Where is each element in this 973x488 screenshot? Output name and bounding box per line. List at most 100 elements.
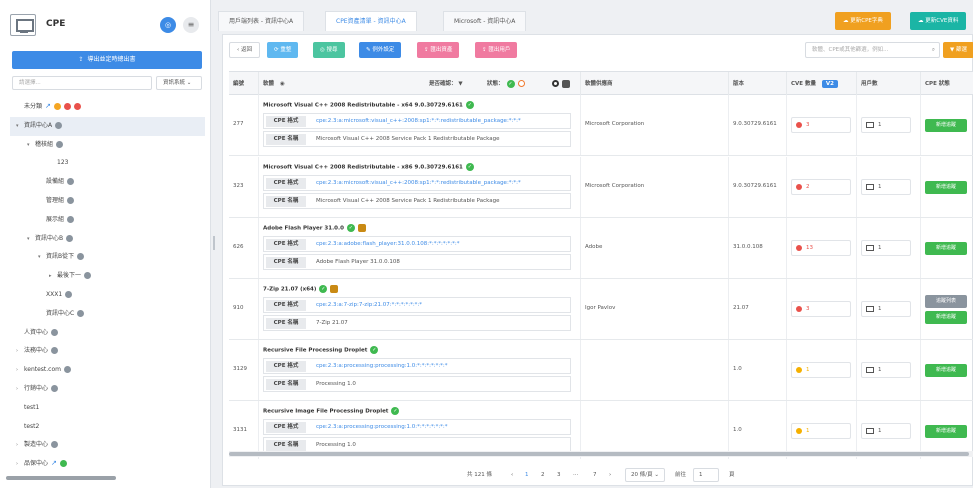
tree-node[interactable]: 人資中心 — [10, 324, 205, 343]
cpe-format-link[interactable]: cpe:2.3:a:7-zip:7-zip:21.07:*:*:*:*:*:*:… — [316, 298, 422, 313]
refresh-button[interactable]: ⟳ 重整 — [267, 42, 299, 58]
cve-count-button[interactable]: 13 — [791, 240, 851, 256]
gray-status-icon[interactable] — [51, 384, 59, 392]
header-cpe-status[interactable]: CPE 狀態 — [921, 72, 973, 96]
user-count-button[interactable]: 1 — [861, 423, 911, 439]
page-size-select[interactable]: 20 條/頁 ⌄ — [625, 468, 665, 482]
cve-count-button[interactable]: 1 — [791, 362, 851, 378]
confirm-filter[interactable]: 是否確認： ▼ — [429, 72, 463, 96]
user-count-button[interactable]: 1 — [861, 301, 911, 317]
expand-arrow-icon[interactable]: ▾ — [16, 117, 24, 136]
tree-node[interactable]: 展示組 — [10, 211, 205, 230]
green-status-icon[interactable] — [59, 460, 67, 468]
expand-arrow-icon[interactable]: › — [16, 455, 24, 474]
tree-node[interactable]: › 品保中心 ↗ — [10, 455, 205, 474]
gray-status-icon[interactable] — [67, 215, 75, 223]
cve-count-button[interactable]: 1 — [791, 423, 851, 439]
table-row[interactable]: 323 Microsoft Visual C++ 2008 Redistribut… — [229, 157, 973, 218]
add-tracking-button[interactable]: 新增追蹤 — [925, 242, 967, 255]
cpe-format-link[interactable]: cpe:2.3:a:adobe:flash_player:31.0.0.108:… — [316, 237, 459, 252]
tree-node[interactable]: ▸ 最後下一 — [10, 267, 205, 286]
user-count-button[interactable]: 1 — [861, 117, 911, 133]
gray-status-icon[interactable] — [56, 140, 64, 148]
gray-status-icon[interactable] — [51, 441, 59, 449]
tab-3[interactable]: Microsoft - 資訊中心A — [443, 11, 527, 31]
tree-node[interactable]: › 製造中心 — [10, 436, 205, 455]
gray-status-icon[interactable] — [51, 347, 59, 355]
gray-status-icon[interactable] — [67, 178, 75, 186]
tree-node[interactable]: ▾ 資訊B從下 — [10, 248, 205, 267]
search-button[interactable]: ◎ 搜尋 — [313, 42, 345, 58]
tree-node[interactable]: ▾ 稽核組 — [10, 136, 205, 155]
eye-icon[interactable]: ◉ — [280, 81, 285, 87]
cpe-format-link[interactable]: cpe:2.3:a:processing:processing:1.0:*:*:… — [316, 359, 448, 374]
expand-arrow-icon[interactable]: ▾ — [27, 136, 35, 155]
page-3[interactable]: 3 — [557, 468, 561, 482]
user-count-button[interactable]: 1 — [861, 240, 911, 256]
red-status-icon[interactable] — [73, 103, 81, 110]
tree-node[interactable]: test2 — [10, 418, 205, 437]
search-icon[interactable]: ⌕ — [932, 43, 935, 57]
user-avatar[interactable]: ◎ — [160, 17, 176, 33]
exception-settings-button[interactable]: ✎ 例外設定 — [359, 42, 402, 58]
tree-node[interactable]: › 法務中心 — [10, 342, 205, 361]
table-row[interactable]: 277 Microsoft Visual C++ 2008 Redistribut… — [229, 95, 973, 156]
tree-node[interactable]: 資訊中心C — [10, 305, 205, 324]
tree-search-input[interactable]: 請選擇... — [12, 76, 152, 90]
page-7[interactable]: 7 — [593, 468, 597, 482]
cve-count-button[interactable]: 2 — [791, 179, 851, 195]
update-cpe-dictionary-button[interactable]: ☁ 更新CPE字典 — [835, 12, 891, 30]
add-tracking-button[interactable]: 新增追蹤 — [925, 181, 967, 194]
add-tracking-button[interactable]: 新增追蹤 — [925, 425, 967, 438]
tree-node[interactable]: › 行銷中心 — [10, 380, 205, 399]
menu-icon[interactable]: ≡ — [183, 17, 199, 33]
cpe-format-link[interactable]: cpe:2.3:a:processing:processing:1.0:*:*:… — [316, 420, 448, 435]
header-software[interactable]: 軟體 ◉ 是否確認： ▼ 狀態： ✓ — [259, 72, 581, 96]
tree-node[interactable]: ▾ 資訊中心A — [10, 116, 205, 136]
tracking-list-button[interactable]: 追蹤列表 — [925, 295, 967, 308]
filter-button[interactable]: ▼ 篩選 — [943, 42, 973, 58]
cve-version-badge[interactable]: V2 — [821, 80, 838, 88]
header-vendor[interactable]: 軟體供應商 — [581, 72, 729, 96]
tree-node[interactable]: › kentest.com — [10, 361, 205, 380]
tab-1[interactable]: 用戶端列表 - 資訊中心A — [218, 11, 305, 31]
page-ellipsis[interactable]: ··· — [573, 468, 578, 482]
user-count-button[interactable]: 1 — [861, 362, 911, 378]
gray-status-icon[interactable] — [67, 196, 75, 204]
add-tracking-button[interactable]: 新增追蹤 — [925, 364, 967, 377]
circle-toggle-icon[interactable] — [552, 80, 559, 87]
expand-arrow-icon[interactable]: › — [16, 361, 24, 380]
expand-arrow-icon[interactable]: ▸ — [49, 267, 57, 286]
scrollbar-thumb[interactable] — [229, 452, 969, 456]
tree-filter-select[interactable]: 資訊系統 ⌄ — [156, 76, 202, 90]
tree-node[interactable]: 未分類 ↗ — [10, 98, 205, 117]
tree-node[interactable]: 設備組 — [10, 173, 205, 192]
tree-node[interactable]: 123 — [10, 154, 205, 173]
gray-status-icon[interactable] — [84, 272, 92, 280]
orange-status-icon[interactable] — [53, 103, 61, 110]
add-tracking-button[interactable]: 新增追蹤 — [925, 119, 967, 132]
update-cve-data-button[interactable]: ☁ 更新CVE資料 — [910, 12, 967, 30]
table-horizontal-scrollbar[interactable] — [229, 451, 973, 457]
expand-arrow-icon[interactable]: › — [16, 342, 24, 361]
tree-node[interactable]: XXX1 — [10, 286, 205, 305]
next-page-button[interactable]: › — [609, 468, 611, 482]
warning-status-icon[interactable] — [517, 80, 525, 87]
status-filter[interactable]: 狀態： ✓ — [487, 72, 525, 96]
box-toggle-icon[interactable] — [562, 79, 570, 88]
expand-arrow-icon[interactable]: › — [16, 380, 24, 399]
page-2[interactable]: 2 — [541, 468, 545, 482]
header-users[interactable]: 用戶數 — [857, 72, 921, 96]
add-tracking-button[interactable]: 新增追蹤 — [925, 311, 967, 324]
sidebar-horizontal-scrollbar[interactable] — [6, 476, 116, 480]
table-row[interactable]: 3129 Recursive File Processing Droplet ✓ CP… — [229, 340, 973, 401]
gray-status-icon[interactable] — [77, 309, 85, 317]
header-id[interactable]: 編號 — [229, 72, 259, 96]
gray-status-icon[interactable] — [64, 366, 71, 374]
table-row[interactable]: 626 Adobe Flash Player 31.0.0 ✓ CPE 格式 cpe:2… — [229, 218, 973, 279]
export-assets-button[interactable]: ⇪ 匯出資產 — [417, 42, 460, 58]
cve-count-button[interactable]: 3 — [791, 117, 851, 133]
header-cve-count[interactable]: CVE 數量 V2 — [787, 72, 857, 96]
gray-status-icon[interactable] — [51, 328, 59, 336]
header-version[interactable]: 版本 — [729, 72, 787, 96]
